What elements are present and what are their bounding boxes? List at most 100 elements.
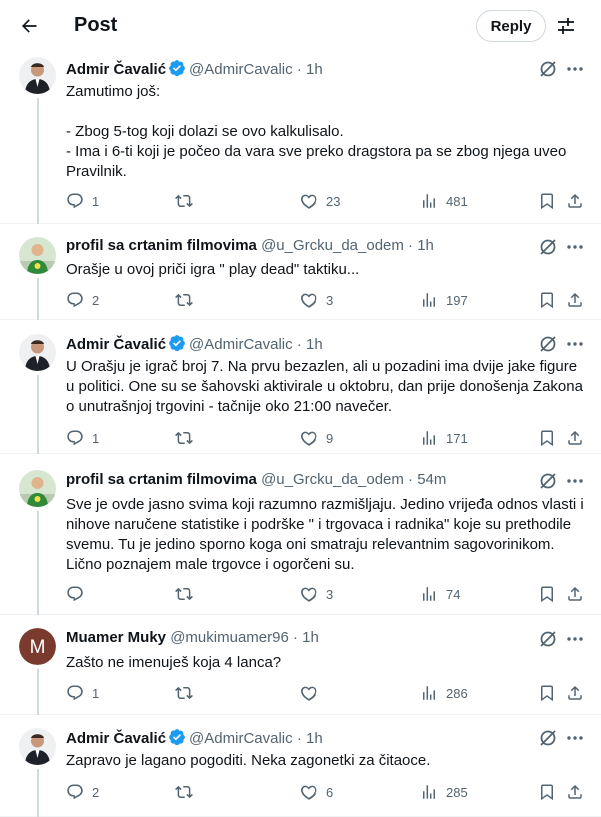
reply-post[interactable]: profil sa crtanim filmovima @u_Grcku_da_… — [0, 224, 601, 320]
repost-action[interactable] — [175, 429, 201, 447]
like-action[interactable]: 3 — [300, 291, 333, 309]
like-action[interactable] — [300, 684, 326, 702]
share-action[interactable] — [566, 783, 584, 801]
author-handle[interactable]: @AdmirCavalic — [189, 730, 293, 747]
reply-icon — [66, 291, 84, 309]
reply-post[interactable]: Admir Čavalić @AdmirCavalic · 1h U Orašju … — [0, 320, 601, 454]
post-time[interactable]: · 1h — [297, 730, 323, 747]
like-action[interactable]: 3 — [300, 585, 333, 603]
grok-icon[interactable] — [538, 334, 558, 354]
share-icon — [566, 684, 584, 702]
avatar[interactable] — [19, 470, 56, 507]
more-options-icon[interactable] — [565, 334, 585, 354]
more-options-icon[interactable] — [565, 237, 585, 257]
avatar[interactable] — [19, 237, 56, 274]
author-name[interactable]: Admir Čavalić — [66, 61, 166, 78]
author-line: Muamer Muky @mukimuamer96 · 1h — [66, 629, 319, 646]
grok-icon[interactable] — [538, 629, 558, 649]
repost-action[interactable] — [175, 783, 201, 801]
repost-action[interactable] — [175, 684, 201, 702]
reply-action[interactable] — [66, 585, 92, 603]
author-name[interactable]: profil sa crtanim filmovima — [66, 237, 257, 254]
view-count: 286 — [446, 685, 468, 701]
avatar[interactable] — [19, 728, 56, 765]
author-line: Admir Čavalić @AdmirCavalic · 1h — [66, 728, 323, 750]
more-options-icon[interactable] — [565, 629, 585, 649]
repost-action[interactable] — [175, 585, 201, 603]
bookmark-action[interactable] — [538, 783, 556, 801]
repost-icon — [175, 429, 193, 447]
post-time[interactable]: · 1h — [408, 237, 434, 254]
reply-post[interactable]: Admir Čavalić @AdmirCavalic · 1h Zapravo j… — [0, 715, 601, 817]
author-name[interactable]: Admir Čavalić — [66, 730, 166, 747]
author-handle[interactable]: @AdmirCavalic — [189, 336, 293, 353]
views-action[interactable]: 481 — [420, 192, 468, 210]
bookmark-icon — [538, 585, 556, 603]
heart-icon — [300, 684, 318, 702]
author-name[interactable]: Muamer Muky — [66, 629, 166, 646]
grok-icon[interactable] — [538, 471, 558, 491]
repost-action[interactable] — [175, 291, 201, 309]
post-time[interactable]: · 1h — [293, 629, 319, 646]
avatar[interactable]: M — [19, 628, 56, 665]
views-action[interactable]: 285 — [420, 783, 468, 801]
avatar[interactable] — [19, 57, 56, 94]
back-arrow-icon[interactable] — [16, 13, 42, 39]
author-handle[interactable]: @u_Grcku_da_odem — [261, 471, 404, 488]
more-options-icon[interactable] — [565, 728, 585, 748]
reply-action[interactable]: 1 — [66, 429, 99, 447]
reply-post[interactable]: Admir Čavalić @AdmirCavalic · 1h Zamutimo … — [0, 53, 601, 224]
like-action[interactable]: 9 — [300, 429, 333, 447]
action-bar: 2 6 285 — [66, 783, 586, 803]
author-handle[interactable]: @mukimuamer96 — [170, 629, 289, 646]
post-text: Sve je ovde jasno svima koji razumno raz… — [66, 496, 584, 573]
like-action[interactable]: 23 — [300, 192, 340, 210]
avatar[interactable] — [19, 334, 56, 371]
reply-action[interactable]: 2 — [66, 291, 99, 309]
grok-icon[interactable] — [538, 59, 558, 79]
author-handle[interactable]: @AdmirCavalic — [189, 61, 293, 78]
sliders-icon[interactable] — [556, 16, 576, 36]
heart-icon — [300, 291, 318, 309]
grok-icon[interactable] — [538, 237, 558, 257]
reply-action[interactable]: 1 — [66, 684, 99, 702]
share-action[interactable] — [566, 192, 584, 210]
share-action[interactable] — [566, 429, 584, 447]
view-count: 481 — [446, 193, 468, 209]
share-action[interactable] — [566, 585, 584, 603]
view-count: 171 — [446, 430, 468, 446]
views-action[interactable]: 197 — [420, 291, 468, 309]
action-bar: 2 3 197 — [66, 291, 586, 311]
post-text: Zamutimo još: - Zbog 5-tog koji dolazi s… — [66, 83, 567, 180]
author-name[interactable]: profil sa crtanim filmovima — [66, 471, 257, 488]
thread-line — [37, 375, 39, 454]
views-action[interactable]: 286 — [420, 684, 468, 702]
repost-action[interactable] — [175, 192, 201, 210]
share-action[interactable] — [566, 291, 584, 309]
reply-action[interactable]: 2 — [66, 783, 99, 801]
author-name[interactable]: Admir Čavalić — [66, 336, 166, 353]
views-action[interactable]: 171 — [420, 429, 468, 447]
grok-icon[interactable] — [538, 728, 558, 748]
like-count: 23 — [326, 193, 341, 209]
author-handle[interactable]: @u_Grcku_da_odem — [261, 237, 404, 254]
like-action[interactable]: 6 — [300, 783, 333, 801]
bookmark-action[interactable] — [538, 192, 556, 210]
views-action[interactable]: 74 — [420, 585, 460, 603]
share-action[interactable] — [566, 684, 584, 702]
reply-action[interactable]: 1 — [66, 192, 99, 210]
bookmark-action[interactable] — [538, 585, 556, 603]
bookmark-action[interactable] — [538, 684, 556, 702]
reply-post[interactable]: M Muamer Muky @mukimuamer96 · 1h Zašto ne … — [0, 615, 601, 715]
bookmark-action[interactable] — [538, 291, 556, 309]
post-time[interactable]: · 1h — [297, 336, 323, 353]
bookmark-action[interactable] — [538, 429, 556, 447]
analytics-icon — [420, 192, 438, 210]
more-options-icon[interactable] — [565, 59, 585, 79]
post-time[interactable]: · 1h — [297, 61, 323, 78]
more-options-icon[interactable] — [565, 471, 585, 491]
reply-button[interactable]: Reply — [476, 10, 546, 42]
reply-post[interactable]: profil sa crtanim filmovima @u_Grcku_da_… — [0, 454, 601, 615]
heart-icon — [300, 192, 318, 210]
post-time[interactable]: · 54m — [408, 471, 446, 488]
